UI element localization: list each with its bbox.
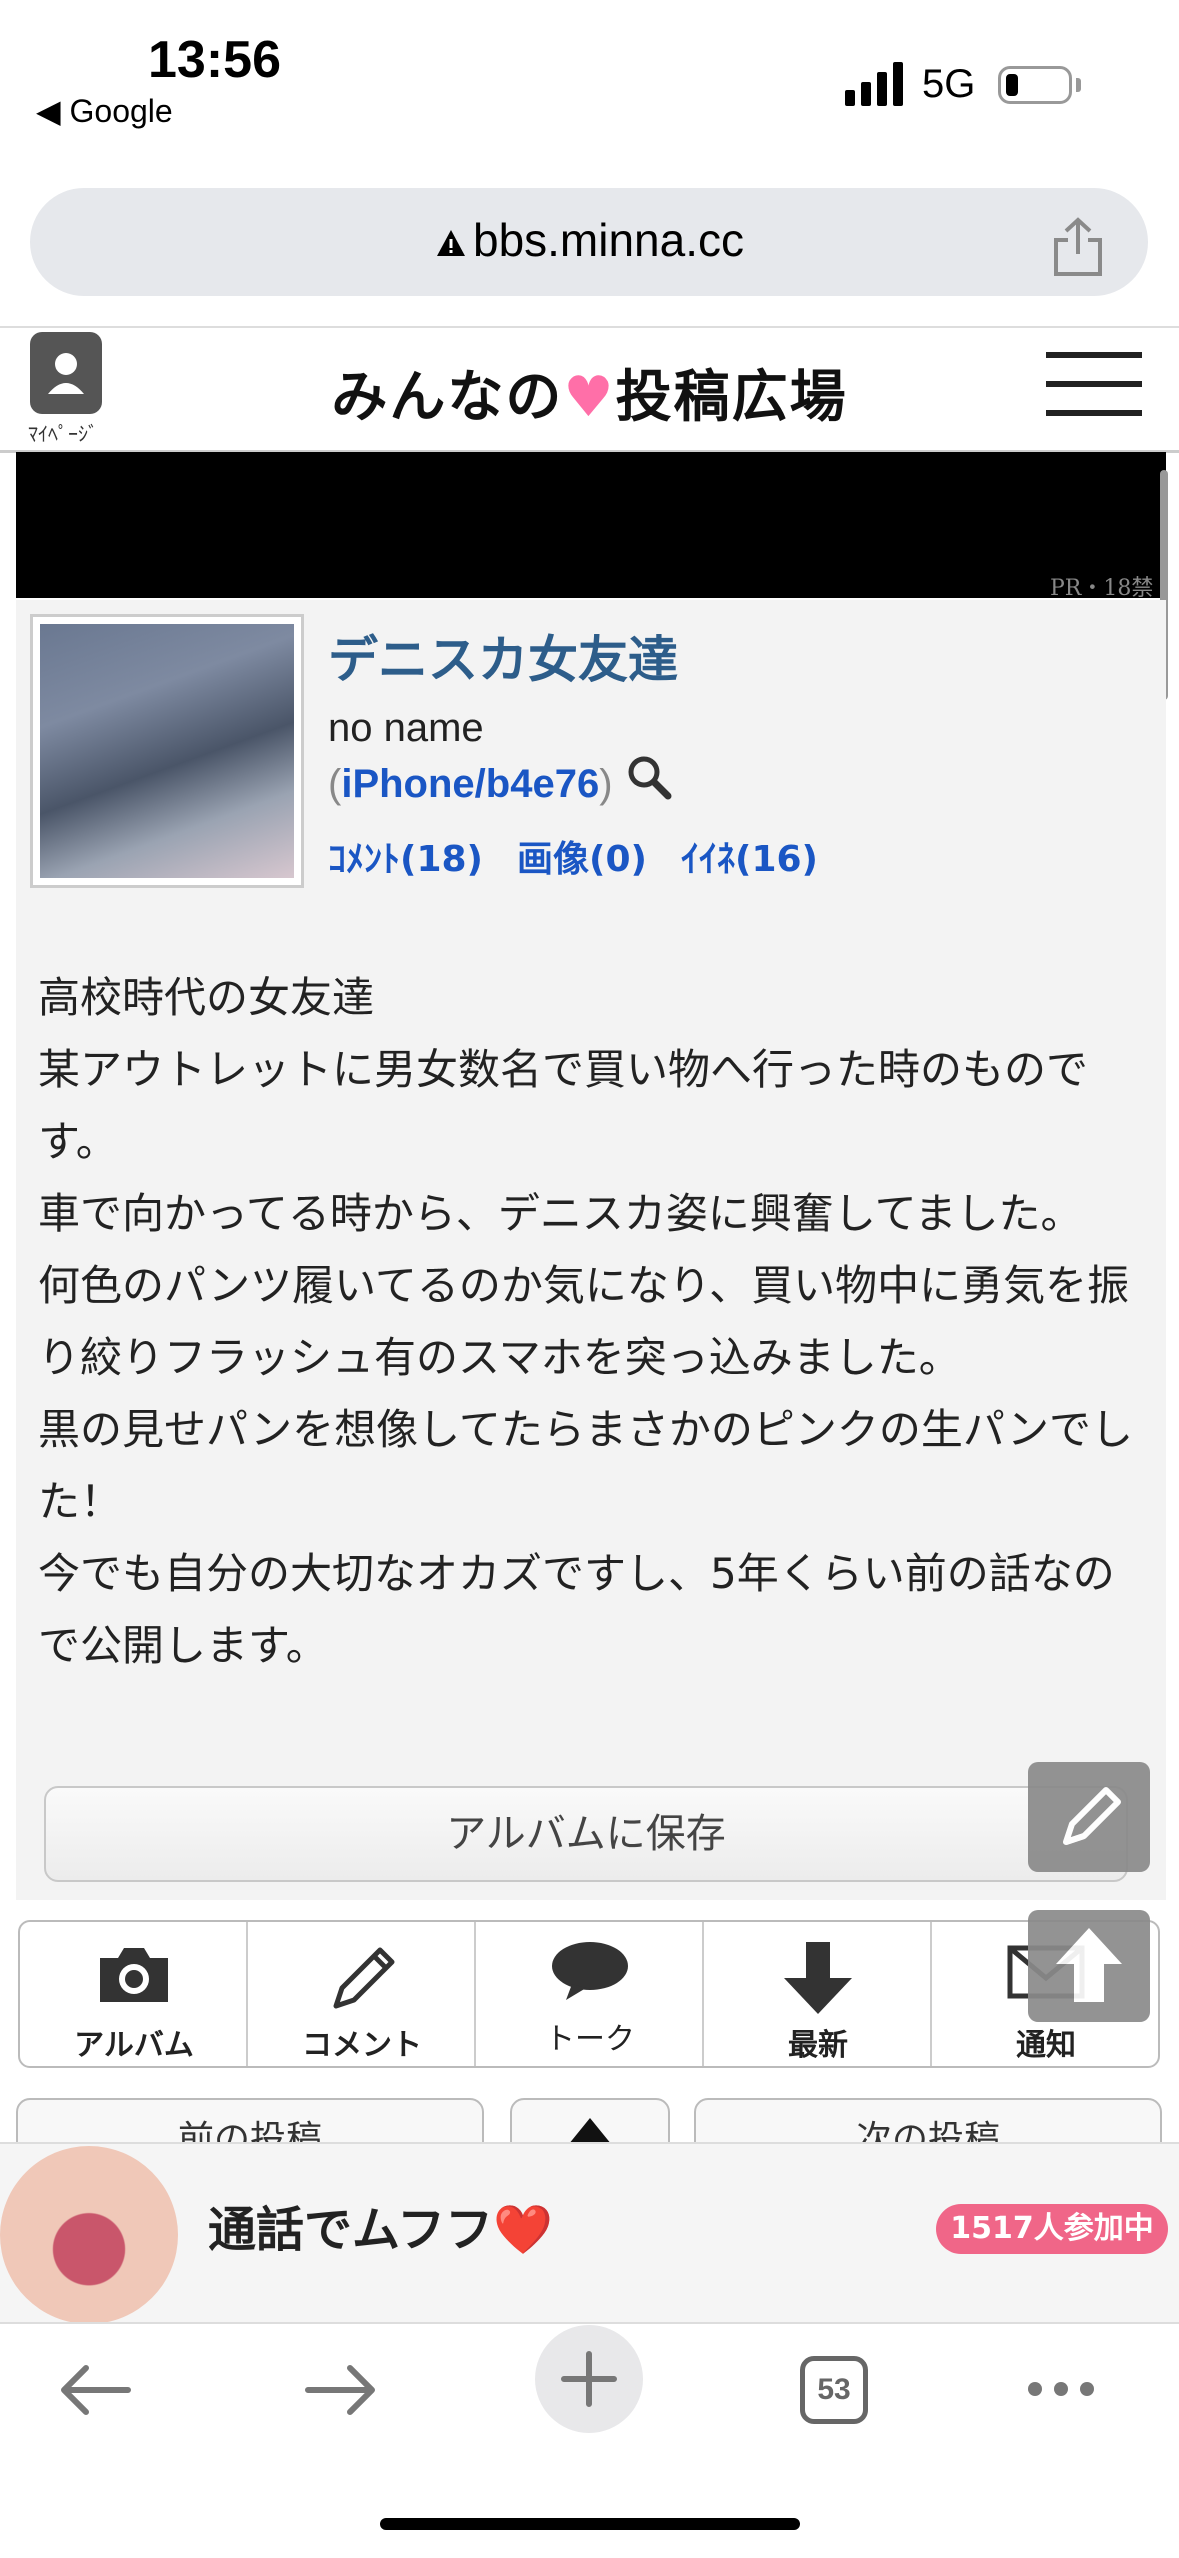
signal-icon	[845, 62, 903, 106]
tab-label: 通知	[1016, 2028, 1076, 2063]
more-dots-icon[interactable]	[1024, 2378, 1098, 2400]
tab-label: コメント	[302, 2028, 422, 2063]
speech-bubble-icon	[552, 1942, 628, 2000]
device-id: iPhone/b4e76	[341, 762, 600, 806]
ad-image[interactable]	[0, 2146, 178, 2324]
hamburger-menu-icon[interactable]	[1046, 350, 1142, 418]
comments-link[interactable]: ｺﾒﾝﾄ(18)	[328, 839, 483, 880]
site-title-right: 投稿広場	[615, 365, 848, 430]
ad-pr-label: PR・18禁	[1050, 576, 1154, 601]
ad-banner[interactable]	[16, 452, 1166, 598]
post-body: 高校時代の女友達 某アウトレットに男女数名で買い物へ行った時のものです。 車で向…	[38, 962, 1148, 1682]
post-title[interactable]: デニスカ女友達	[328, 620, 678, 692]
network-type: 5G	[922, 62, 976, 106]
search-icon[interactable]	[624, 752, 674, 802]
pencil-icon	[1063, 1787, 1121, 1845]
back-to-google-link[interactable]: ◀ Google	[36, 92, 173, 130]
participants-badge[interactable]: 1517人参加中	[936, 2204, 1168, 2254]
pencil-icon	[333, 1947, 395, 2009]
tabs-count-button[interactable]: 53	[800, 2356, 868, 2424]
ad-text[interactable]: 通話でムフフ❤️	[208, 2190, 553, 2260]
tab-comment[interactable]: コメント	[248, 1922, 476, 2066]
tab-album[interactable]: アルバム	[20, 1922, 248, 2066]
battery-level	[1006, 74, 1018, 96]
post-author: no name	[328, 706, 484, 750]
url-domain: bbs.minna.cc	[472, 214, 744, 266]
likes-link[interactable]: ｲｲﾈ(16)	[681, 839, 818, 880]
body-line: 車で向かってる時から、デニスカ姿に興奮してました。	[38, 1189, 1083, 1238]
body-line: 高校時代の女友達	[38, 973, 375, 1022]
status-time: 13:56	[148, 31, 281, 89]
body-line: 某アウトレットに男女数名で買い物へ行った時のものです。	[38, 1045, 1089, 1166]
down-arrow-icon	[784, 1942, 852, 2014]
scroll-to-top-fab[interactable]	[1028, 1910, 1150, 2022]
post-device[interactable]: (iPhone/b4e76)	[328, 762, 613, 807]
site-title-left: みんなの	[331, 365, 564, 430]
tab-latest[interactable]: 最新	[704, 1922, 932, 2066]
share-icon[interactable]	[1050, 216, 1106, 278]
url-text[interactable]: bbs.minna.cc	[0, 213, 1179, 267]
forward-arrow-icon[interactable]	[304, 2360, 380, 2420]
save-to-album-button[interactable]: アルバムに保存	[44, 1786, 1128, 1882]
battery-tip	[1076, 78, 1081, 92]
device-close-paren: )	[599, 762, 613, 806]
edit-fab[interactable]	[1028, 1762, 1150, 1872]
tab-label: トーク	[545, 2022, 635, 2057]
body-line: 何色のパンツ履いてるのか気になり、買い物中に勇気を振り絞りフラッシュ有のスマホを…	[38, 1261, 1130, 1382]
up-arrow-icon	[1056, 1928, 1122, 2002]
back-arrow-icon[interactable]	[56, 2360, 132, 2420]
tab-talk[interactable]: トーク	[476, 1922, 704, 2066]
post-stats: ｺﾒﾝﾄ(18) 画像(0) ｲｲﾈ(16)	[328, 830, 852, 882]
warning-icon	[436, 230, 465, 256]
tab-label: 最新	[788, 2028, 848, 2063]
home-indicator[interactable]	[380, 2518, 800, 2530]
post-thumbnail[interactable]	[40, 624, 294, 878]
tab-label: アルバム	[74, 2028, 194, 2063]
device-open-paren: (	[328, 762, 342, 806]
site-logo[interactable]: みんなの♥投稿広場	[0, 352, 1179, 433]
heart-icon: ♥	[563, 365, 616, 430]
new-tab-plus-icon[interactable]	[534, 2324, 644, 2434]
images-link[interactable]: 画像(0)	[517, 839, 647, 880]
body-line: 今でも自分の大切なオカズですし、5年くらい前の話なので公開します。	[38, 1549, 1115, 1670]
body-line: 黒の見せパンを想像してたらまさかのピンクの生パンでした！	[38, 1405, 1133, 1526]
camera-icon	[100, 1948, 168, 2002]
